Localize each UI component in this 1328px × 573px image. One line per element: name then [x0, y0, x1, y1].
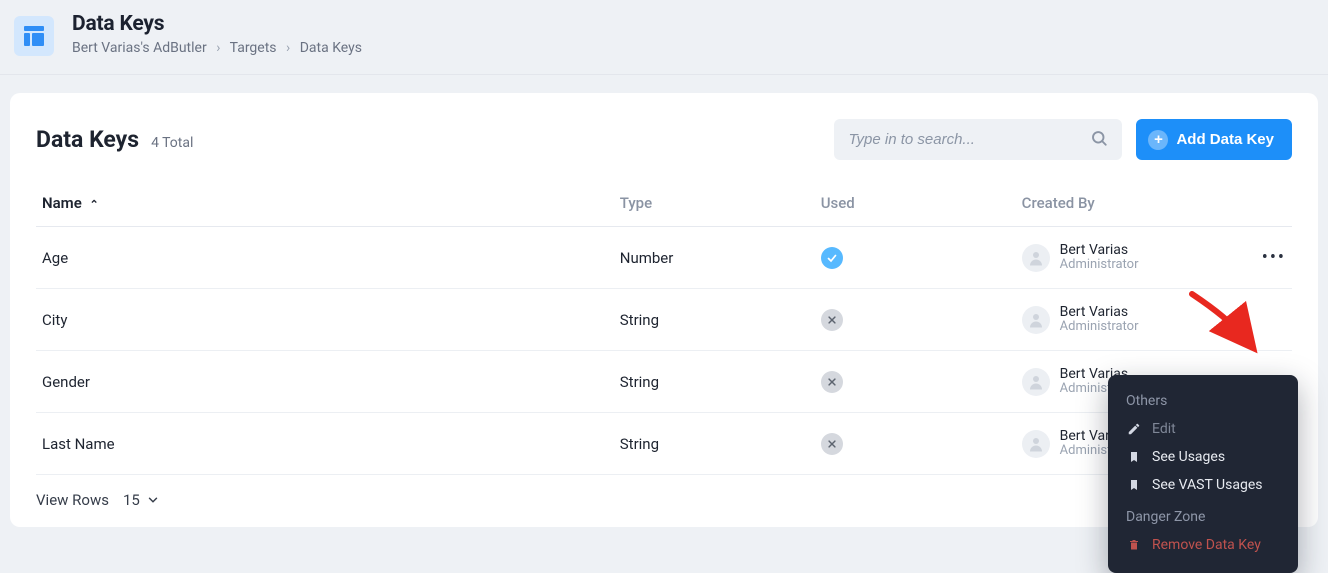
cell-name: City: [36, 289, 614, 351]
table-row[interactable]: AgeNumber Bert VariasAdministrator •••: [36, 227, 1292, 289]
cell-name: Last Name: [36, 413, 614, 475]
row-context-menu: Others Edit See Usages See VAST Usages D…: [1108, 375, 1298, 573]
bookmark-icon: [1126, 478, 1142, 492]
creator-role: Administrator: [1060, 320, 1139, 335]
view-rows-label: View Rows: [36, 491, 109, 509]
panel-header: Data Keys 4 Total + Add Data Key: [36, 119, 1292, 160]
breadcrumb: Bert Varias's AdButler › Targets › Data …: [72, 40, 362, 56]
avatar: [1022, 244, 1050, 272]
more-icon[interactable]: •••: [1262, 247, 1286, 268]
cell-type: String: [614, 413, 815, 475]
sort-asc-icon: ⌃: [90, 198, 99, 211]
page-title: Data Keys: [72, 12, 362, 36]
column-type[interactable]: Type: [614, 182, 815, 227]
cell-used: [815, 351, 1016, 413]
cell-name: Gender: [36, 351, 614, 413]
cell-type: String: [614, 351, 815, 413]
check-icon: [821, 247, 843, 269]
column-used[interactable]: Used: [815, 182, 1016, 227]
cell-name: Age: [36, 227, 614, 289]
search-icon: [1090, 129, 1108, 151]
panel-title: Data Keys: [36, 126, 139, 153]
menu-item-remove[interactable]: Remove Data Key: [1114, 531, 1292, 559]
chevron-right-icon: ›: [286, 40, 290, 56]
x-icon: [821, 309, 843, 331]
avatar: [1022, 306, 1050, 334]
cell-used: [815, 413, 1016, 475]
main-panel: Data Keys 4 Total + Add Data Key Na: [10, 93, 1318, 527]
cell-created-by: Bert VariasAdministrator: [1016, 227, 1242, 289]
plus-icon: +: [1148, 130, 1168, 150]
add-data-key-button[interactable]: + Add Data Key: [1136, 119, 1292, 160]
search-field[interactable]: [834, 119, 1122, 160]
breadcrumb-item: Data Keys: [300, 40, 362, 56]
menu-item-see-vast-usages[interactable]: See VAST Usages: [1114, 471, 1292, 499]
cell-used: [815, 289, 1016, 351]
trash-icon: [1126, 538, 1142, 552]
cell-actions: [1242, 289, 1292, 351]
edit-icon: [1126, 422, 1142, 436]
table-row[interactable]: Last NameStringBert VariasAdministrator: [36, 413, 1292, 475]
table-row[interactable]: GenderStringBert VariasAdministrator: [36, 351, 1292, 413]
chevron-down-icon: [146, 493, 160, 507]
creator-name: Bert Varias: [1060, 242, 1139, 258]
app-icon: [14, 16, 54, 56]
menu-item-edit[interactable]: Edit: [1114, 415, 1292, 443]
avatar: [1022, 430, 1050, 458]
page-size-value: 15: [123, 491, 140, 509]
cell-actions: •••: [1242, 227, 1292, 289]
table-footer: View Rows 15: [36, 475, 1292, 509]
menu-section-danger: Danger Zone: [1114, 505, 1292, 531]
search-input[interactable]: [848, 131, 1090, 148]
add-button-label: Add Data Key: [1176, 131, 1274, 148]
creator-name: Bert Varias: [1060, 304, 1139, 320]
table-row[interactable]: CityString Bert VariasAdministrator: [36, 289, 1292, 351]
column-name[interactable]: Name ⌃: [36, 182, 614, 227]
avatar: [1022, 368, 1050, 396]
creator-role: Administrator: [1060, 258, 1139, 273]
panel-count: 4 Total: [151, 135, 193, 151]
page-header: Data Keys Bert Varias's AdButler › Targe…: [0, 0, 1328, 75]
x-icon: [821, 371, 843, 393]
cell-used: [815, 227, 1016, 289]
column-created-by[interactable]: Created By: [1016, 182, 1242, 227]
menu-section-others: Others: [1114, 389, 1292, 415]
breadcrumb-item[interactable]: Bert Varias's AdButler: [72, 40, 207, 56]
bookmark-icon: [1126, 450, 1142, 464]
breadcrumb-item[interactable]: Targets: [230, 40, 277, 56]
chevron-right-icon: ›: [216, 40, 220, 56]
page-size-select[interactable]: 15: [123, 491, 160, 509]
menu-item-see-usages[interactable]: See Usages: [1114, 443, 1292, 471]
data-table: Name ⌃ Type Used Created By AgeNumber Ber…: [36, 182, 1292, 475]
cell-created-by: Bert VariasAdministrator: [1016, 289, 1242, 351]
cell-type: Number: [614, 227, 815, 289]
cell-type: String: [614, 289, 815, 351]
x-icon: [821, 433, 843, 455]
